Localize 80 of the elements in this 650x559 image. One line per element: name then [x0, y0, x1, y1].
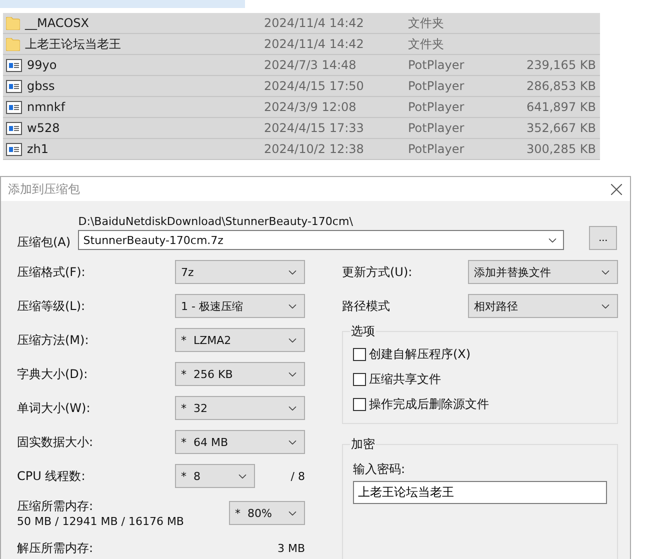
- field-label: 压缩方法(M):: [17, 332, 90, 348]
- file-size: 286,853 KB: [525, 79, 597, 93]
- video-file-icon: [6, 100, 22, 114]
- field-label: 压缩所需内存:: [17, 498, 94, 515]
- field-label: 压缩等级(L):: [17, 298, 86, 314]
- checkbox[interactable]: [353, 398, 366, 411]
- dropdown[interactable]: * 256 KB: [175, 362, 305, 386]
- file-date: 2024/4/15 17:33: [264, 121, 365, 135]
- archive-path: D:\BaiduNetdiskDownload\StunnerBeauty-170cm\: [78, 215, 354, 228]
- file-size: 352,667 KB: [525, 121, 597, 135]
- field-label: 压缩包(A): [17, 234, 72, 251]
- checkbox[interactable]: [353, 348, 366, 361]
- file-date: 2024/7/3 14:48: [264, 58, 358, 72]
- field-label: 解压所需内存:: [17, 540, 94, 556]
- file-row[interactable]: 上老王论坛当老王 2024/11/4 14:42 文件夹: [3, 34, 600, 55]
- memory-value: 3 MB: [277, 542, 305, 554]
- field-label: 路径模式: [342, 298, 391, 314]
- file-name: nmnkf: [27, 100, 66, 114]
- file-name: gbss: [27, 79, 55, 93]
- file-type: PotPlayer: [408, 121, 466, 135]
- dropdown[interactable]: * 32: [175, 396, 305, 420]
- group-title: 加密: [350, 436, 376, 453]
- file-row[interactable]: nmnkf 2024/3/9 12:08 PotPlayer 641,897 KB: [3, 97, 600, 118]
- file-type: PotPlayer: [408, 142, 466, 156]
- file-row[interactable]: zh1 2024/10/2 12:38 PotPlayer 300,285 KB: [3, 139, 600, 160]
- file-size: 300,285 KB: [525, 142, 597, 156]
- dropdown[interactable]: * 8: [175, 464, 255, 488]
- checkbox[interactable]: [353, 373, 366, 386]
- file-type: PotPlayer: [408, 100, 466, 114]
- browse-button[interactable]: ...: [589, 226, 617, 250]
- checkbox-option[interactable]: 创建自解压程序(X): [353, 342, 609, 367]
- dropdown[interactable]: * 80%: [229, 501, 305, 525]
- file-size: 641,897 KB: [525, 100, 597, 114]
- close-icon[interactable]: [611, 184, 622, 194]
- dropdown[interactable]: 1 - 极速压缩: [175, 294, 305, 318]
- file-name: 上老王论坛当老王: [25, 36, 121, 52]
- checkbox-option[interactable]: 压缩共享文件: [353, 367, 609, 392]
- file-date: 2024/3/9 12:08: [264, 100, 358, 114]
- file-name: 99yo: [27, 58, 57, 72]
- field-label: 单词大小(W):: [17, 400, 92, 416]
- file-type: PotPlayer: [408, 58, 466, 72]
- file-row[interactable]: __MACOSX 2024/11/4 14:42 文件夹: [3, 13, 600, 34]
- archive-name-field[interactable]: StunnerBeauty-170cm.7z: [78, 230, 564, 250]
- file-date: 2024/10/2 12:38: [264, 142, 365, 156]
- file-date: 2024/11/4 14:42: [264, 37, 365, 51]
- dropdown[interactable]: 添加并替换文件: [468, 260, 618, 284]
- window-title: 添加到压缩包: [8, 180, 80, 198]
- folder-icon: [6, 38, 20, 50]
- file-row[interactable]: gbss 2024/4/15 17:50 PotPlayer 286,853 KB: [3, 76, 600, 97]
- video-file-icon: [6, 122, 22, 134]
- field-label: 输入密码:: [353, 461, 406, 478]
- checkbox-option[interactable]: 操作完成后删除源文件: [353, 392, 609, 417]
- file-type: 文件夹: [408, 14, 445, 32]
- group-title: 选项: [350, 323, 376, 340]
- dropdown[interactable]: * 64 MB: [175, 430, 305, 454]
- field-label: 字典大小(D):: [17, 366, 89, 382]
- file-date: 2024/11/4 14:42: [264, 16, 365, 30]
- file-row[interactable]: w528 2024/4/15 17:33 PotPlayer 352,667 KB: [3, 118, 600, 139]
- password-field[interactable]: 上老王论坛当老王: [353, 481, 607, 504]
- file-size: 239,165 KB: [525, 58, 597, 72]
- dropdown[interactable]: 相对路径: [468, 294, 618, 318]
- file-name: __MACOSX: [25, 16, 90, 30]
- dropdown[interactable]: 7z: [175, 260, 305, 284]
- field-label: 压缩格式(F):: [17, 264, 86, 280]
- field-label: CPU 线程数:: [17, 468, 86, 484]
- file-name: zh1: [27, 142, 49, 156]
- folder-icon: [6, 16, 20, 30]
- file-date: 2024/4/15 17:50: [264, 79, 365, 93]
- file-type: PotPlayer: [408, 79, 466, 93]
- video-file-icon: [6, 80, 22, 92]
- field-label: 固实数据大小:: [17, 434, 94, 450]
- field-label: 更新方式(U):: [342, 264, 414, 280]
- file-type: 文件夹: [408, 36, 445, 52]
- file-row[interactable]: 99yo 2024/7/3 14:48 PotPlayer 239,165 KB: [3, 55, 600, 76]
- video-file-icon: [6, 58, 22, 72]
- memory-usage: 50 MB / 12941 MB / 16176 MB: [17, 515, 185, 528]
- dropdown[interactable]: * LZMA2: [175, 328, 305, 352]
- thread-total: / 8: [290, 470, 305, 482]
- file-name: w528: [27, 121, 60, 135]
- video-file-icon: [6, 142, 22, 156]
